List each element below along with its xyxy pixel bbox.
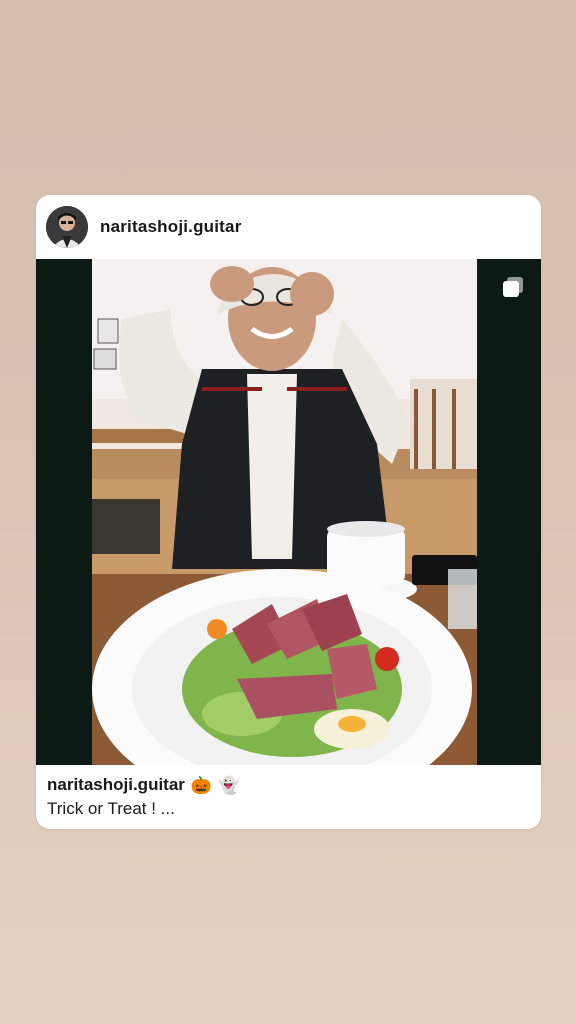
post-media[interactable] (36, 259, 541, 765)
caption-username[interactable]: naritashoji.guitar (47, 775, 185, 795)
pumpkin-emoji: 🎃 (190, 775, 213, 795)
caption-header: naritashoji.guitar 🎃 👻 (47, 775, 527, 795)
post-caption: naritashoji.guitar 🎃 👻 Trick or Treat ! … (47, 775, 527, 819)
ghost-emoji: 👻 (218, 775, 240, 795)
post-header: naritashoji.guitar (36, 195, 541, 259)
avatar-image (46, 206, 88, 248)
post-card[interactable]: naritashoji.guitar naritashoji.guitar 🎃 … (36, 195, 541, 829)
post-photo (92, 259, 477, 765)
post-username[interactable]: naritashoji.guitar (100, 217, 242, 237)
multiple-images-icon (503, 277, 523, 297)
caption-text[interactable]: Trick or Treat ! ... (47, 799, 527, 819)
avatar[interactable] (46, 206, 88, 248)
